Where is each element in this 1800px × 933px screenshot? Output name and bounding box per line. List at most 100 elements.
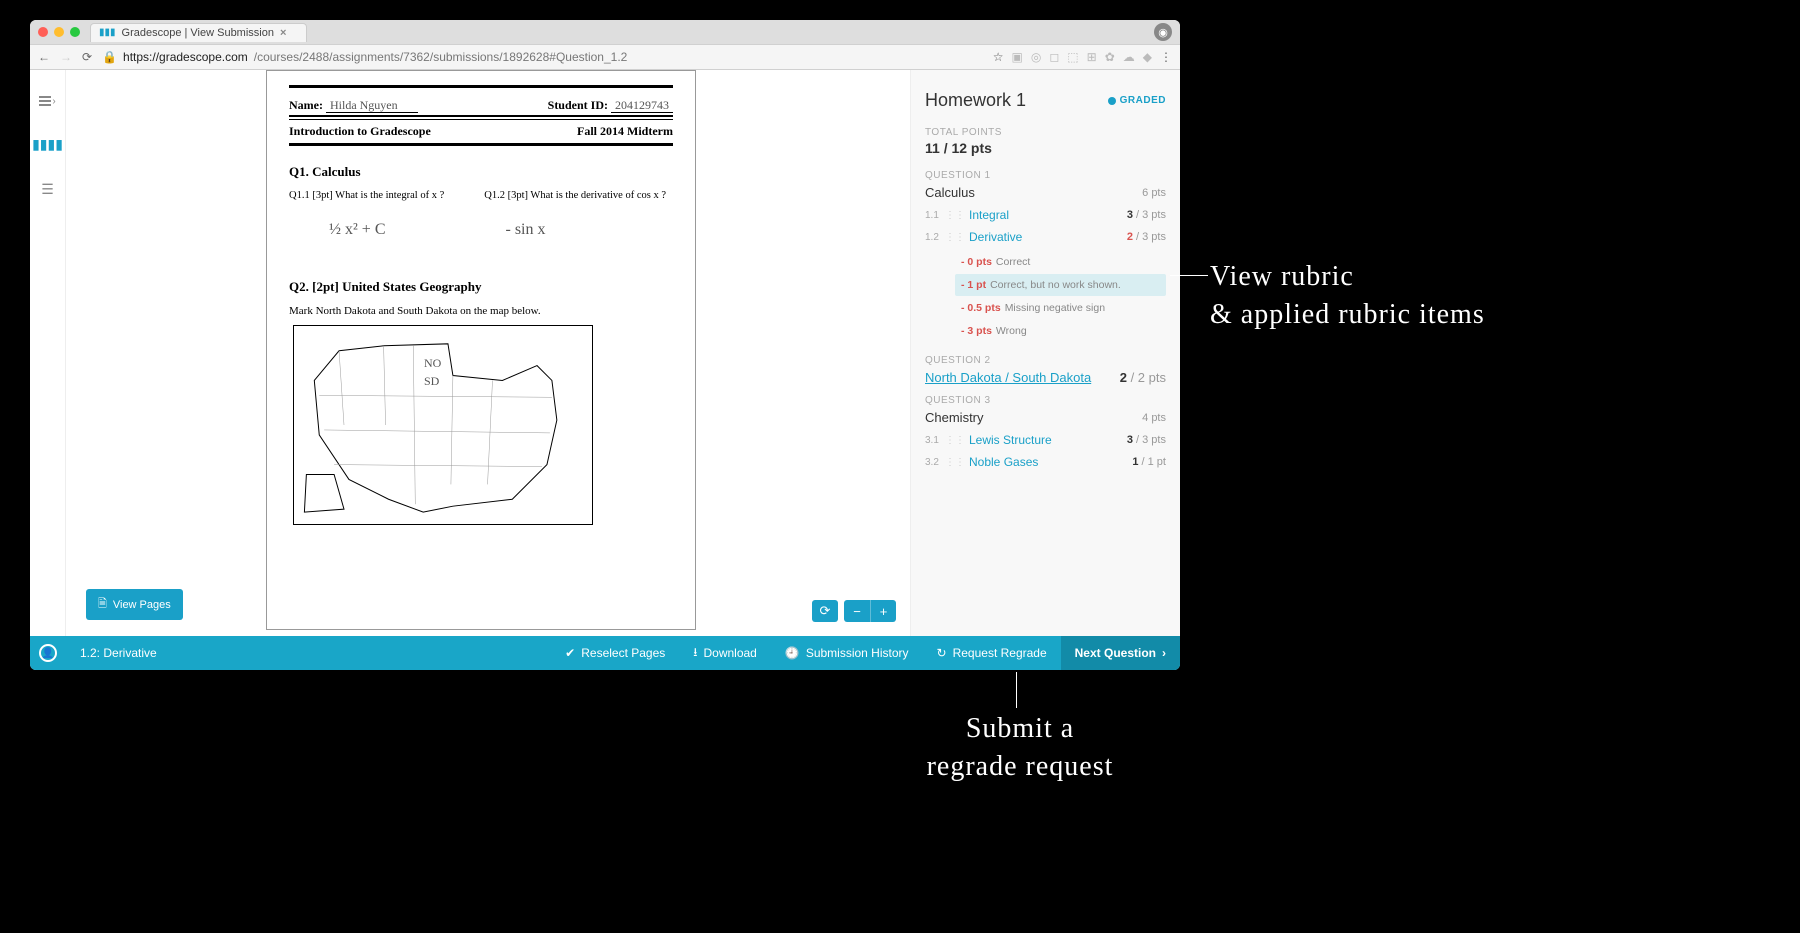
next-question-label: Next Question [1075, 646, 1156, 660]
question-2-score: 2 [1120, 370, 1127, 385]
star-icon[interactable]: ☆ [993, 50, 1004, 64]
extension-icons: ☆ ▣ ◎ ◻ ⬚ ⊞ ✿ ☁ ◆ ⋮ [993, 50, 1172, 64]
sub-1-2-score-of: / 3 pts [1133, 231, 1166, 243]
question-1-points: 6 pts [1142, 187, 1166, 199]
sub-3-2-number: 3.2 [925, 457, 945, 468]
outline-toggle-icon[interactable]: › [39, 94, 55, 108]
assignment-title: Homework 1 [925, 90, 1026, 111]
rotate-button[interactable]: ⟳ [812, 600, 838, 622]
student-name: Hilda Nguyen [326, 98, 418, 113]
question-1-name: Calculus [925, 185, 975, 200]
sub-3-2-link[interactable]: Noble Gases [969, 455, 1132, 469]
q2-heading: Q2. [2pt] United States Geography [289, 279, 673, 295]
course-title: Introduction to Gradescope [289, 124, 431, 139]
request-regrade-button[interactable]: ↻Request Regrade [923, 636, 1061, 670]
q1-1-text: Q1.1 [3pt] What is the integral of x ? [289, 190, 444, 201]
question-2-score-of: / 2 pts [1127, 370, 1166, 385]
q1-2-answer: - sin x [506, 221, 546, 239]
callout-leader-1 [1170, 275, 1208, 276]
zoom-out-button[interactable]: − [844, 600, 870, 622]
sub-1-1-link[interactable]: Integral [969, 208, 1127, 222]
rubric-item[interactable]: - 0.5 ptsMissing negative sign [955, 297, 1166, 319]
minimize-window-icon[interactable] [54, 27, 64, 37]
zoom-in-button[interactable]: + [870, 600, 896, 622]
address-bar: ← → ⟳ 🔒 https://gradescope.com/courses/2… [30, 44, 1180, 70]
footer-bar: 👤 1.2: Derivative ✔ Reselect Pages ⭳Downl… [30, 636, 1180, 670]
list-icon[interactable]: ☰ [41, 181, 54, 198]
q2-description: Mark North Dakota and South Dakota on th… [289, 305, 673, 317]
forward-button[interactable]: → [60, 50, 72, 64]
view-pages-label: View Pages [113, 599, 171, 611]
sub-1-1-score-of: / 3 pts [1133, 209, 1166, 221]
rubric-item[interactable]: - 0 ptsCorrect [955, 251, 1166, 273]
ext-icon-6[interactable]: ☁ [1123, 50, 1135, 64]
name-label: Name: [289, 98, 323, 112]
user-avatar[interactable]: 👤 [30, 644, 66, 662]
question-3-name: Chemistry [925, 410, 984, 425]
next-question-button[interactable]: Next Question› [1061, 636, 1180, 670]
drag-handle-icon[interactable]: ⋮⋮ [945, 210, 965, 221]
gradescope-favicon: ▮▮▮ [99, 27, 116, 38]
reselect-pages-button[interactable]: ✔ Reselect Pages [551, 636, 679, 670]
ext-icon-1[interactable]: ◎ [1031, 50, 1041, 64]
rubric-text: Correct, but no work shown. [990, 279, 1121, 291]
tab-close-icon[interactable]: × [280, 27, 286, 39]
total-points-value: 11 / 12 pts [925, 140, 1166, 156]
left-rail: › ▮▮▮▮ ☰ [30, 70, 66, 636]
cast-icon[interactable]: ▣ [1012, 50, 1023, 64]
rubric-list: - 0 ptsCorrect- 1 ptCorrect, but no work… [925, 248, 1166, 345]
drag-handle-icon[interactable]: ⋮⋮ [945, 232, 965, 243]
sub-3-1-number: 3.1 [925, 435, 945, 446]
question-breadcrumb: 1.2: Derivative [66, 646, 157, 660]
rubric-item[interactable]: - 3 pts Wrong [955, 320, 1166, 342]
q1-1-answer: ½ x² + C [329, 221, 386, 239]
sub-1-1-number: 1.1 [925, 210, 945, 221]
stats-icon[interactable]: ▮▮▮▮ [32, 136, 63, 153]
ext-icon-4[interactable]: ⊞ [1087, 50, 1097, 64]
reselect-pages-label: Reselect Pages [581, 646, 665, 660]
ext-icon-5[interactable]: ✿ [1105, 50, 1115, 64]
sub-1-2-link[interactable]: Derivative [969, 230, 1127, 244]
reload-button[interactable]: ⟳ [82, 50, 92, 64]
question-2-label: QUESTION 2 [925, 355, 1166, 366]
lock-icon: 🔒 [102, 50, 117, 64]
sub-1-2-number: 1.2 [925, 232, 945, 243]
tab-title: Gradescope | View Submission [122, 27, 274, 39]
rubric-text: Correct [996, 256, 1030, 268]
map-label-nd: NO [424, 356, 441, 371]
submission-page[interactable]: Name: Hilda Nguyen Student ID: 204129743… [266, 70, 696, 630]
submission-history-button[interactable]: 🕘 Submission History [771, 636, 923, 670]
rubric-points: - 0.5 pts [961, 302, 1001, 314]
sub-3-1-link[interactable]: Lewis Structure [969, 433, 1127, 447]
close-window-icon[interactable] [38, 27, 48, 37]
maximize-window-icon[interactable] [70, 27, 80, 37]
ext-icon-2[interactable]: ◻ [1049, 50, 1059, 64]
browser-tab[interactable]: ▮▮▮ Gradescope | View Submission × [90, 23, 307, 42]
us-map: NO SD [293, 325, 593, 525]
url-field[interactable]: 🔒 https://gradescope.com/courses/2488/as… [102, 50, 983, 64]
tab-strip: ▮▮▮ Gradescope | View Submission × ◉ [30, 20, 1180, 44]
check-icon: ✔ [565, 646, 575, 660]
submission-history-label: Submission History [806, 646, 909, 660]
question-3-points: 4 pts [1142, 412, 1166, 424]
drag-handle-icon[interactable]: ⋮⋮ [945, 457, 965, 468]
kebab-menu-icon[interactable]: ⋮ [1160, 50, 1172, 64]
rubric-points: - 3 pts [961, 325, 992, 337]
id-label: Student ID: [548, 98, 608, 112]
url-path: /courses/2488/assignments/7362/submissio… [254, 50, 628, 64]
window-controls[interactable] [38, 27, 80, 37]
ext-icon-3[interactable]: ⬚ [1067, 50, 1078, 64]
submission-viewer: Name: Hilda Nguyen Student ID: 204129743… [66, 70, 910, 636]
rubric-text: Wrong [996, 325, 1027, 337]
ext-icon-7[interactable]: ◆ [1143, 50, 1152, 64]
profile-icon[interactable]: ◉ [1154, 23, 1172, 41]
drag-handle-icon[interactable]: ⋮⋮ [945, 435, 965, 446]
question-1-label: QUESTION 1 [925, 170, 1166, 181]
view-pages-button[interactable]: 🗎 View Pages [86, 589, 183, 620]
rubric-item[interactable]: - 1 ptCorrect, but no work shown. [955, 274, 1166, 296]
history-icon: 🕘 [785, 646, 800, 660]
sub-3-2-score-of: / 1 pt [1138, 456, 1166, 468]
download-button[interactable]: ⭳Download [679, 636, 771, 670]
question-2-link[interactable]: North Dakota / South Dakota [925, 370, 1091, 385]
back-button[interactable]: ← [38, 50, 50, 64]
